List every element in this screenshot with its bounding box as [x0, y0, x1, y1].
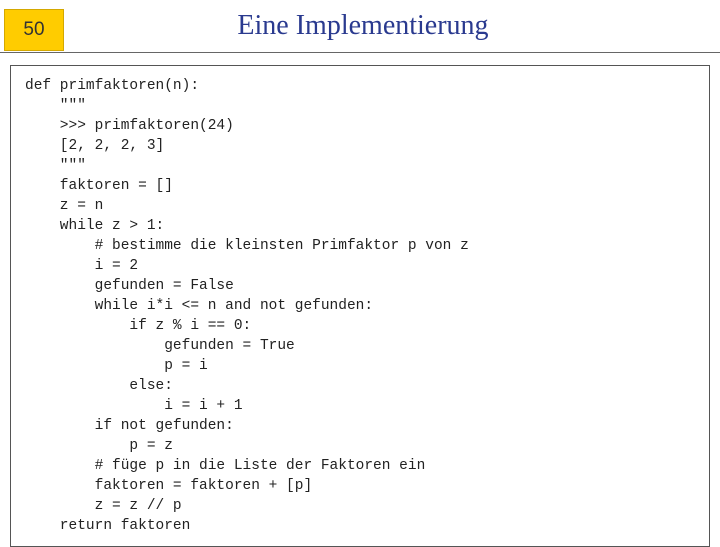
code-block-frame: def primfaktoren(n): """ >>> primfaktore… — [10, 65, 710, 547]
slide-title: Eine Implementierung — [64, 10, 720, 42]
slide-number: 50 — [4, 9, 64, 51]
code-listing: def primfaktoren(n): """ >>> primfaktore… — [25, 76, 695, 536]
slide-header: 50 Eine Implementierung — [0, 0, 720, 53]
